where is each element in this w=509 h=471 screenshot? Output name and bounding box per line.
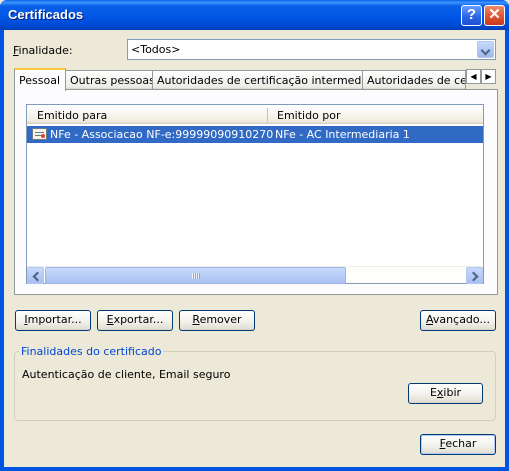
certificate-list[interactable]: Emitido para Emitido por NFe - Associaca… (26, 104, 484, 284)
remove-button[interactable]: Remover (179, 310, 255, 331)
certificate-icon (32, 128, 47, 140)
cell-emitido-por: NFe - AC Intermediaria 1 (275, 128, 410, 141)
tab-scroll-left-icon[interactable]: ◀ (466, 69, 481, 84)
tab-outras-pessoas[interactable]: Outras pessoas (65, 70, 153, 89)
table-row[interactable]: NFe - Associacao NF-e:99999090910270 NFe… (27, 126, 483, 143)
help-button[interactable]: ? (461, 5, 482, 26)
close-window-button[interactable]: ✕ (484, 5, 505, 26)
cell-emitido-para: NFe - Associacao NF-e:99999090910270 (50, 128, 274, 141)
purposes-title: Finalidades do certificado (19, 345, 164, 358)
help-icon: ? (466, 6, 477, 23)
column-divider[interactable] (267, 108, 268, 122)
purposes-text: Autenticação de cliente, Email seguro (22, 368, 231, 381)
horizontal-scrollbar[interactable] (27, 266, 483, 284)
tab-autoridades-raiz[interactable]: Autoridades de certi (362, 70, 466, 89)
scroll-left-icon[interactable] (27, 267, 44, 284)
close-button[interactable]: Fechar (420, 434, 496, 455)
finalidade-select[interactable]: <Todos> (127, 39, 496, 60)
tab-pessoal[interactable]: Pessoal (14, 68, 66, 91)
dialog-body: Finalidade: <Todos> Pessoal Outras pesso… (4, 30, 505, 467)
column-header-emitido-para[interactable]: Emitido para (37, 109, 107, 122)
export-button[interactable]: Exportar... (97, 310, 173, 331)
column-header-emitido-por[interactable]: Emitido por (277, 109, 341, 122)
advanced-button[interactable]: Avançado... (420, 310, 496, 331)
scroll-right-icon[interactable] (466, 267, 483, 284)
view-button[interactable]: Exibir (408, 383, 483, 404)
finalidade-label: Finalidade: (13, 44, 73, 57)
import-button[interactable]: Importar... (15, 310, 91, 331)
window-title: Certificados (8, 7, 84, 22)
certificates-window: Certificados ? ✕ Finalidade: <Todos> Pes… (0, 0, 509, 471)
close-icon: ✕ (488, 6, 501, 23)
tab-panel-pessoal: Emitido para Emitido por NFe - Associaca… (14, 89, 498, 295)
chevron-down-icon[interactable] (477, 41, 494, 58)
title-bar[interactable]: Certificados ? ✕ (0, 0, 509, 30)
finalidade-selected-value: <Todos> (131, 43, 181, 56)
scrollbar-thumb[interactable] (45, 267, 346, 284)
tab-strip: Pessoal Outras pessoas Autoridades de ce… (14, 68, 497, 91)
list-header: Emitido para Emitido por (27, 105, 483, 124)
tab-scroll-right-icon[interactable]: ▶ (481, 69, 496, 84)
tab-autoridades-intermediarias[interactable]: Autoridades de certificação intermediári… (152, 70, 363, 89)
grip-icon (192, 273, 200, 279)
